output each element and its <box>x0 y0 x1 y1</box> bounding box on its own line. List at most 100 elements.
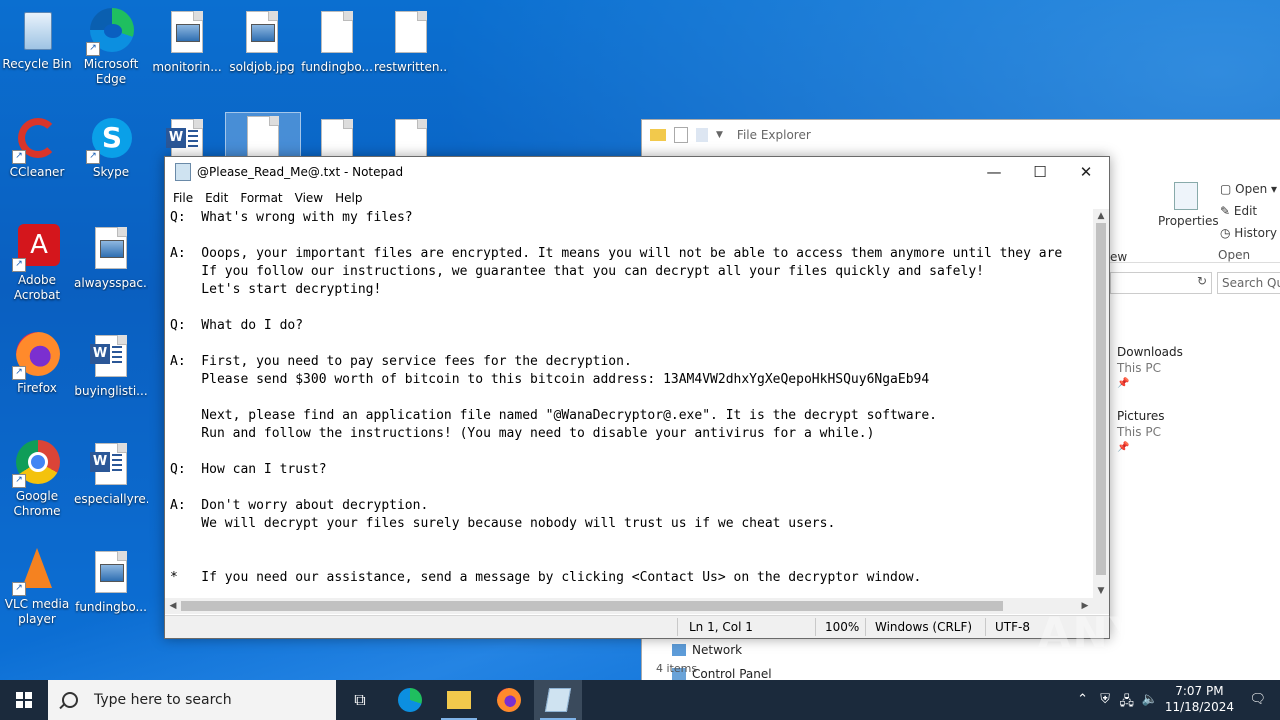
task-view-button[interactable]: ⧉ <box>336 680 384 720</box>
pin-icon: 📌 <box>1117 378 1130 389</box>
menu-edit[interactable]: Edit <box>199 191 234 205</box>
explorer-title-bar: ▼ File Explorer <box>642 120 1280 150</box>
desktop-icon-word-file[interactable]: W especiallyre... <box>74 440 148 507</box>
line-ending: Windows (CRLF) <box>875 620 973 634</box>
maximize-button[interactable]: ☐ <box>1017 157 1063 187</box>
desktop-icon-chrome[interactable]: ↗ Google Chrome <box>0 440 74 519</box>
desktop-icon-file[interactable]: fundingbo... <box>300 8 374 75</box>
explorer-ribbon: ew Properties ▢ Open ▾ ✎ Edit ◷ History … <box>1110 172 1280 264</box>
desktop-icon-skype[interactable]: S ↗ Skype <box>74 116 148 180</box>
notepad-title-bar[interactable]: @Please_Read_Me@.txt - Notepad — ☐ ✕ <box>165 157 1109 187</box>
network-icon <box>672 644 686 656</box>
desktop-icon-vlc[interactable]: ↗ VLC media player <box>0 548 74 627</box>
windows-logo-icon <box>16 692 32 708</box>
taskbar-firefox[interactable] <box>485 680 533 720</box>
taskbar-notepad[interactable] <box>534 680 582 720</box>
desktop-icon-firefox[interactable]: ↗ Firefox <box>0 332 74 396</box>
volume-icon[interactable]: 🔈 <box>1142 692 1158 707</box>
properties-button[interactable]: Properties <box>1158 182 1219 228</box>
clock-time: 7:07 PM <box>1175 684 1224 698</box>
task-view-icon: ⧉ <box>354 690 366 709</box>
vertical-scroll-thumb <box>1096 223 1106 575</box>
desktop-icon-acrobat[interactable]: A ↗ Adobe Acrobat <box>0 224 74 303</box>
recycle-bin-icon <box>14 8 60 54</box>
pin-icon: 📌 <box>1117 442 1130 453</box>
history-button[interactable]: ◷ History <box>1220 226 1277 240</box>
scroll-up-icon: ▲ <box>1097 211 1105 221</box>
close-button[interactable]: ✕ <box>1063 157 1109 187</box>
explorer-title: File Explorer <box>736 128 811 142</box>
blank-file-icon <box>388 11 434 57</box>
image-file-icon <box>164 11 210 57</box>
status-item-count: 4 items <box>656 662 698 675</box>
text-editor[interactable]: Q: What's wrong with my files? A: Ooops,… <box>165 209 1093 598</box>
acrobat-icon: A ↗ <box>12 224 60 272</box>
status-bar: Ln 1, Col 1 100% Windows (CRLF) UTF-8 <box>165 615 1109 638</box>
folder-icon <box>447 691 471 709</box>
desktop-icon-file[interactable]: restwritten.... <box>374 8 448 75</box>
document-text: Q: What's wrong with my files? A: Ooops,… <box>170 210 1063 585</box>
search-icon <box>62 692 78 708</box>
zoom-level: 100% <box>825 620 860 634</box>
start-button[interactable] <box>0 680 48 720</box>
desktop-icon-file[interactable]: fundingbo... <box>74 548 148 615</box>
cursor-position: Ln 1, Col 1 <box>689 620 753 634</box>
desktop-icon-ccleaner[interactable]: ↗ CCleaner <box>0 116 74 180</box>
refresh-icon[interactable]: ↻ <box>1197 274 1207 288</box>
ccleaner-icon: ↗ <box>12 116 60 164</box>
new-folder-quick-icon[interactable] <box>696 128 708 142</box>
scroll-left-icon: ◀ <box>169 601 177 611</box>
notepad-icon <box>544 688 572 712</box>
desktop-icon-edge[interactable]: ↗ Microsoft Edge <box>74 8 148 87</box>
nav-item-network[interactable]: Network <box>672 638 772 662</box>
scroll-down-icon: ▼ <box>1097 586 1105 596</box>
clock[interactable]: 7:07 PM 11/18/2024 <box>1165 683 1234 715</box>
desktop-icon-file[interactable]: soldjob.jpg <box>225 8 299 75</box>
vertical-scrollbar[interactable]: ▲ ▼ <box>1093 209 1109 598</box>
firefox-icon: ↗ <box>12 332 60 380</box>
address-bar[interactable]: ↻ <box>1110 272 1212 294</box>
vlc-icon: ↗ <box>12 548 60 596</box>
quick-access-item[interactable]: Pictures This PC 📌 <box>1117 408 1165 456</box>
desktop-icon-file[interactable]: monitorin... <box>150 8 224 75</box>
desktop-icon-file[interactable]: alwaysspac... <box>74 224 148 291</box>
clock-date: 11/18/2024 <box>1164 700 1234 714</box>
quick-access-item[interactable]: Downloads This PC 📌 <box>1117 344 1183 392</box>
notifications-icon[interactable]: 🗨 <box>1249 692 1266 707</box>
horizontal-scrollbar[interactable]: ◀ ▶ <box>165 598 1093 614</box>
minimize-button[interactable]: — <box>971 157 1017 187</box>
menu-format[interactable]: Format <box>234 191 288 205</box>
encoding: UTF-8 <box>995 620 1030 634</box>
desktop-icon-word-file[interactable]: W buyinglisti... <box>74 332 148 399</box>
edge-icon <box>398 688 422 712</box>
desktop-icon-selected-file[interactable] <box>225 112 301 158</box>
anyrun-watermark: ANY RUN <box>1038 608 1267 657</box>
network-icon[interactable]: 🖧 <box>1120 692 1135 714</box>
defender-icon[interactable]: ⛨ <box>1100 692 1110 707</box>
menu-bar: File Edit Format View Help <box>165 187 1109 209</box>
notepad-window[interactable]: @Please_Read_Me@.txt - Notepad — ☐ ✕ Fil… <box>164 156 1110 639</box>
edit-button[interactable]: ✎ Edit <box>1220 204 1257 218</box>
ribbon-group-open: Open <box>1218 248 1251 262</box>
menu-help[interactable]: Help <box>329 191 368 205</box>
taskbar-file-explorer[interactable] <box>435 680 483 720</box>
chevron-down-icon[interactable]: ▼ <box>716 130 723 140</box>
menu-view[interactable]: View <box>289 191 329 205</box>
explorer-search-input[interactable]: Search Quic <box>1217 272 1280 294</box>
properties-quick-icon[interactable] <box>674 127 688 143</box>
word-document-icon: W <box>88 443 134 489</box>
image-file-icon <box>239 11 285 57</box>
open-button[interactable]: ▢ Open ▾ <box>1220 182 1277 196</box>
taskbar-edge[interactable] <box>386 680 434 720</box>
image-file-icon <box>88 227 134 273</box>
taskbar-search[interactable]: Type here to search <box>48 680 336 720</box>
chrome-icon: ↗ <box>12 440 60 488</box>
edge-icon: ↗ <box>86 8 134 56</box>
taskbar: Type here to search ⧉ ⌃ ⛨ 🖧 🔈 7:07 PM 11… <box>0 680 1280 720</box>
skype-icon: S ↗ <box>86 116 134 164</box>
ribbon-view-partial: ew <box>1110 250 1128 264</box>
menu-file[interactable]: File <box>167 191 199 205</box>
desktop-icon-recycle-bin[interactable]: Recycle Bin <box>0 8 74 72</box>
notepad-icon <box>175 163 191 181</box>
show-hidden-icons-icon[interactable]: ⌃ <box>1077 692 1088 707</box>
